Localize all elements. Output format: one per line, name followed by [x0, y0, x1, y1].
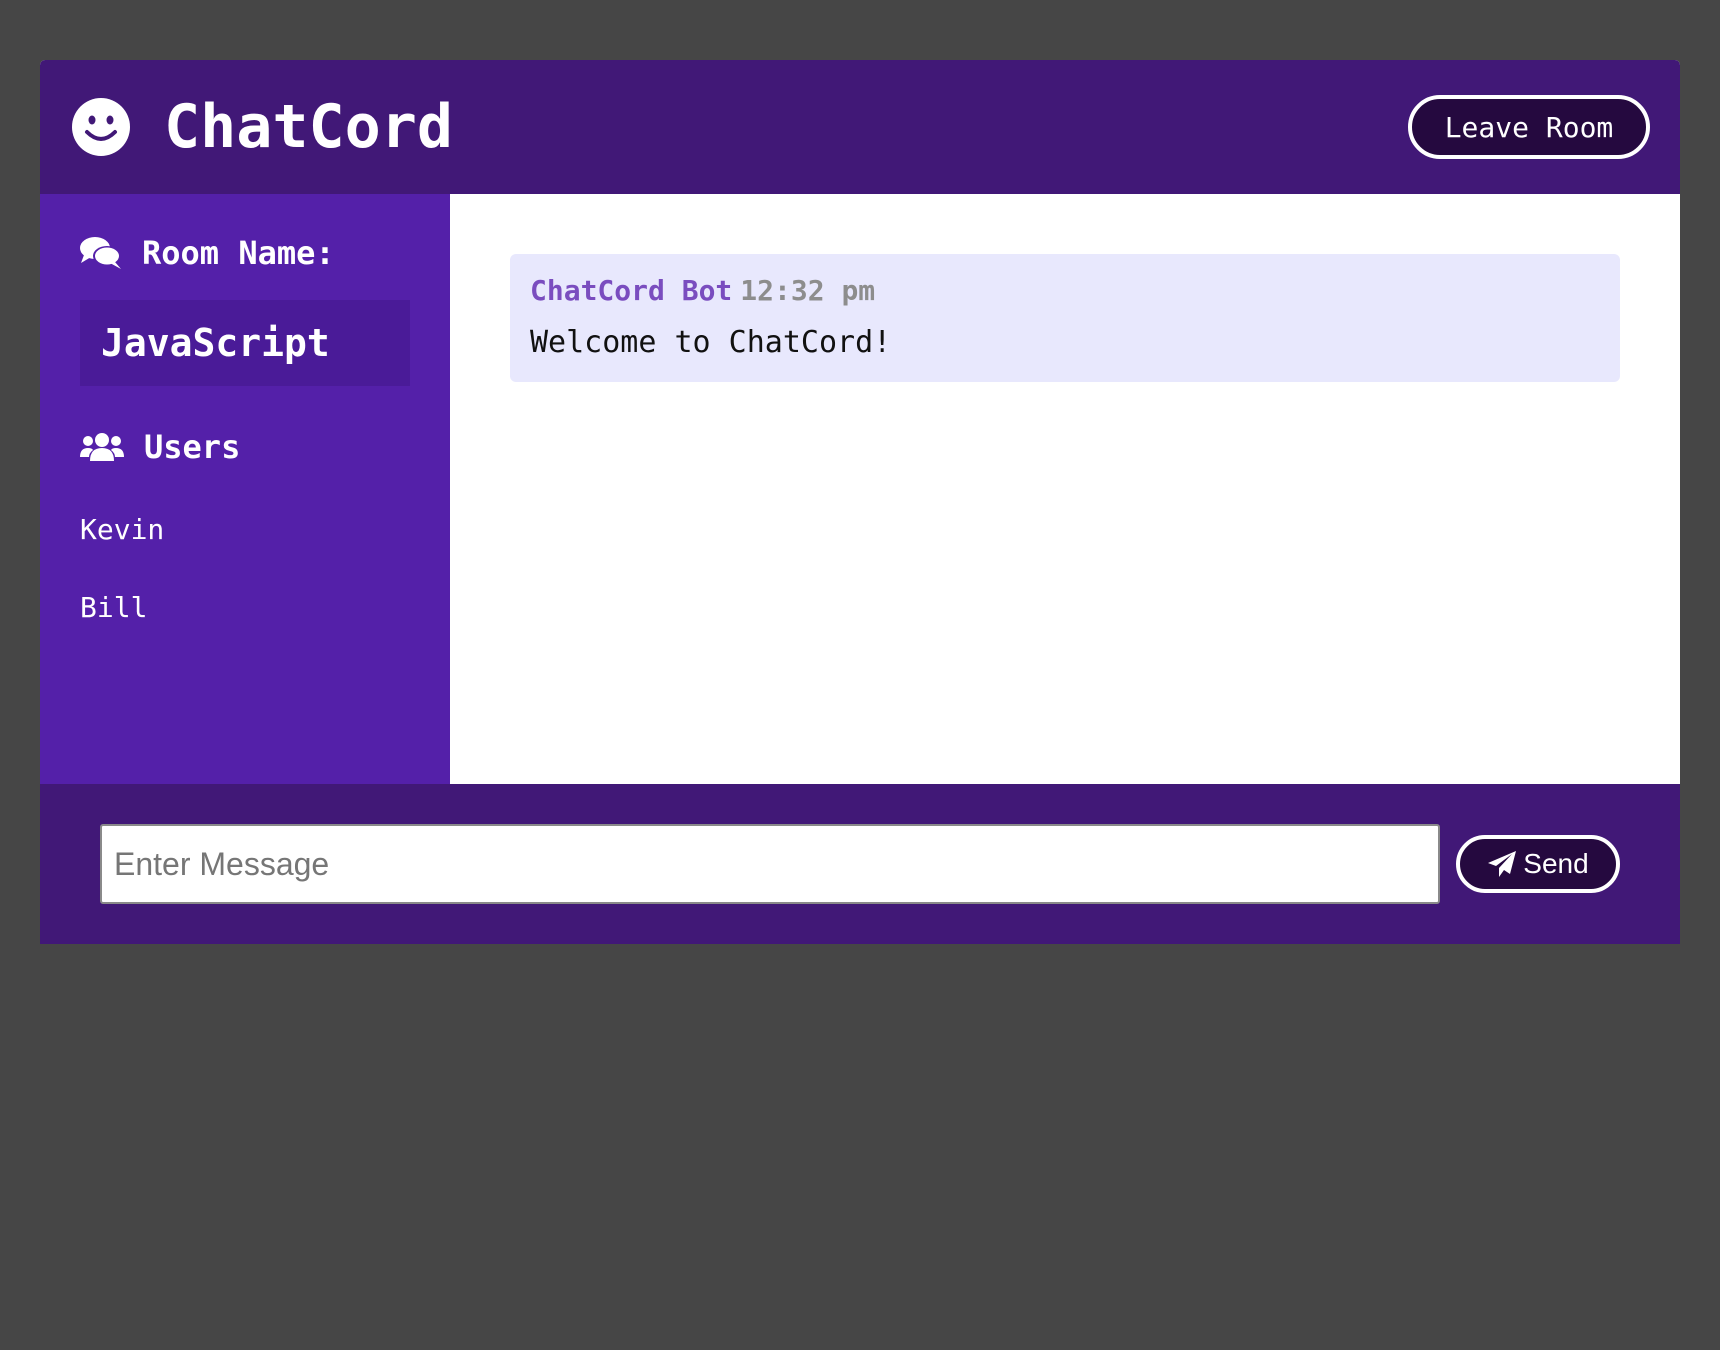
sidebar: Room Name: JavaScript Users Kevin Bill	[40, 194, 450, 784]
user-list: Kevin Bill	[80, 508, 410, 630]
chat-form-container: Send	[40, 784, 1680, 944]
users-icon	[80, 433, 124, 461]
brand: ChatCord	[70, 92, 453, 162]
room-name: JavaScript	[80, 300, 410, 386]
chat-messages: ChatCord Bot 12:32 pm Welcome to ChatCord…	[450, 194, 1680, 784]
chat-header: ChatCord Leave Room	[40, 60, 1680, 194]
leave-room-button[interactable]: Leave Room	[1408, 95, 1650, 159]
comments-icon	[80, 237, 121, 269]
send-button[interactable]: Send	[1456, 835, 1620, 893]
users-heading: Users	[80, 428, 410, 466]
app-title: ChatCord	[164, 92, 453, 162]
room-name-heading: Room Name:	[80, 234, 410, 272]
user-item: Kevin	[80, 513, 165, 546]
message-text: Welcome to ChatCord!	[530, 325, 892, 360]
users-label: Users	[144, 428, 241, 466]
user-item: Bill	[80, 591, 148, 624]
chat-main: Room Name: JavaScript Users Kevin Bill C…	[40, 194, 1680, 784]
message-author: ChatCord Bot	[530, 274, 733, 307]
send-label: Send	[1523, 848, 1589, 879]
room-name-label: Room Name:	[142, 234, 335, 272]
paper-plane-icon	[1488, 851, 1517, 877]
message-time: 12:32 pm	[740, 274, 876, 307]
smile-icon	[72, 98, 130, 156]
message-input[interactable]	[100, 824, 1440, 904]
message: ChatCord Bot 12:32 pm Welcome to ChatCord…	[510, 254, 1620, 382]
chat-container: ChatCord Leave Room Room Name: JavaScrip…	[40, 60, 1680, 944]
message-meta: ChatCord Bot 12:32 pm	[530, 274, 1600, 307]
